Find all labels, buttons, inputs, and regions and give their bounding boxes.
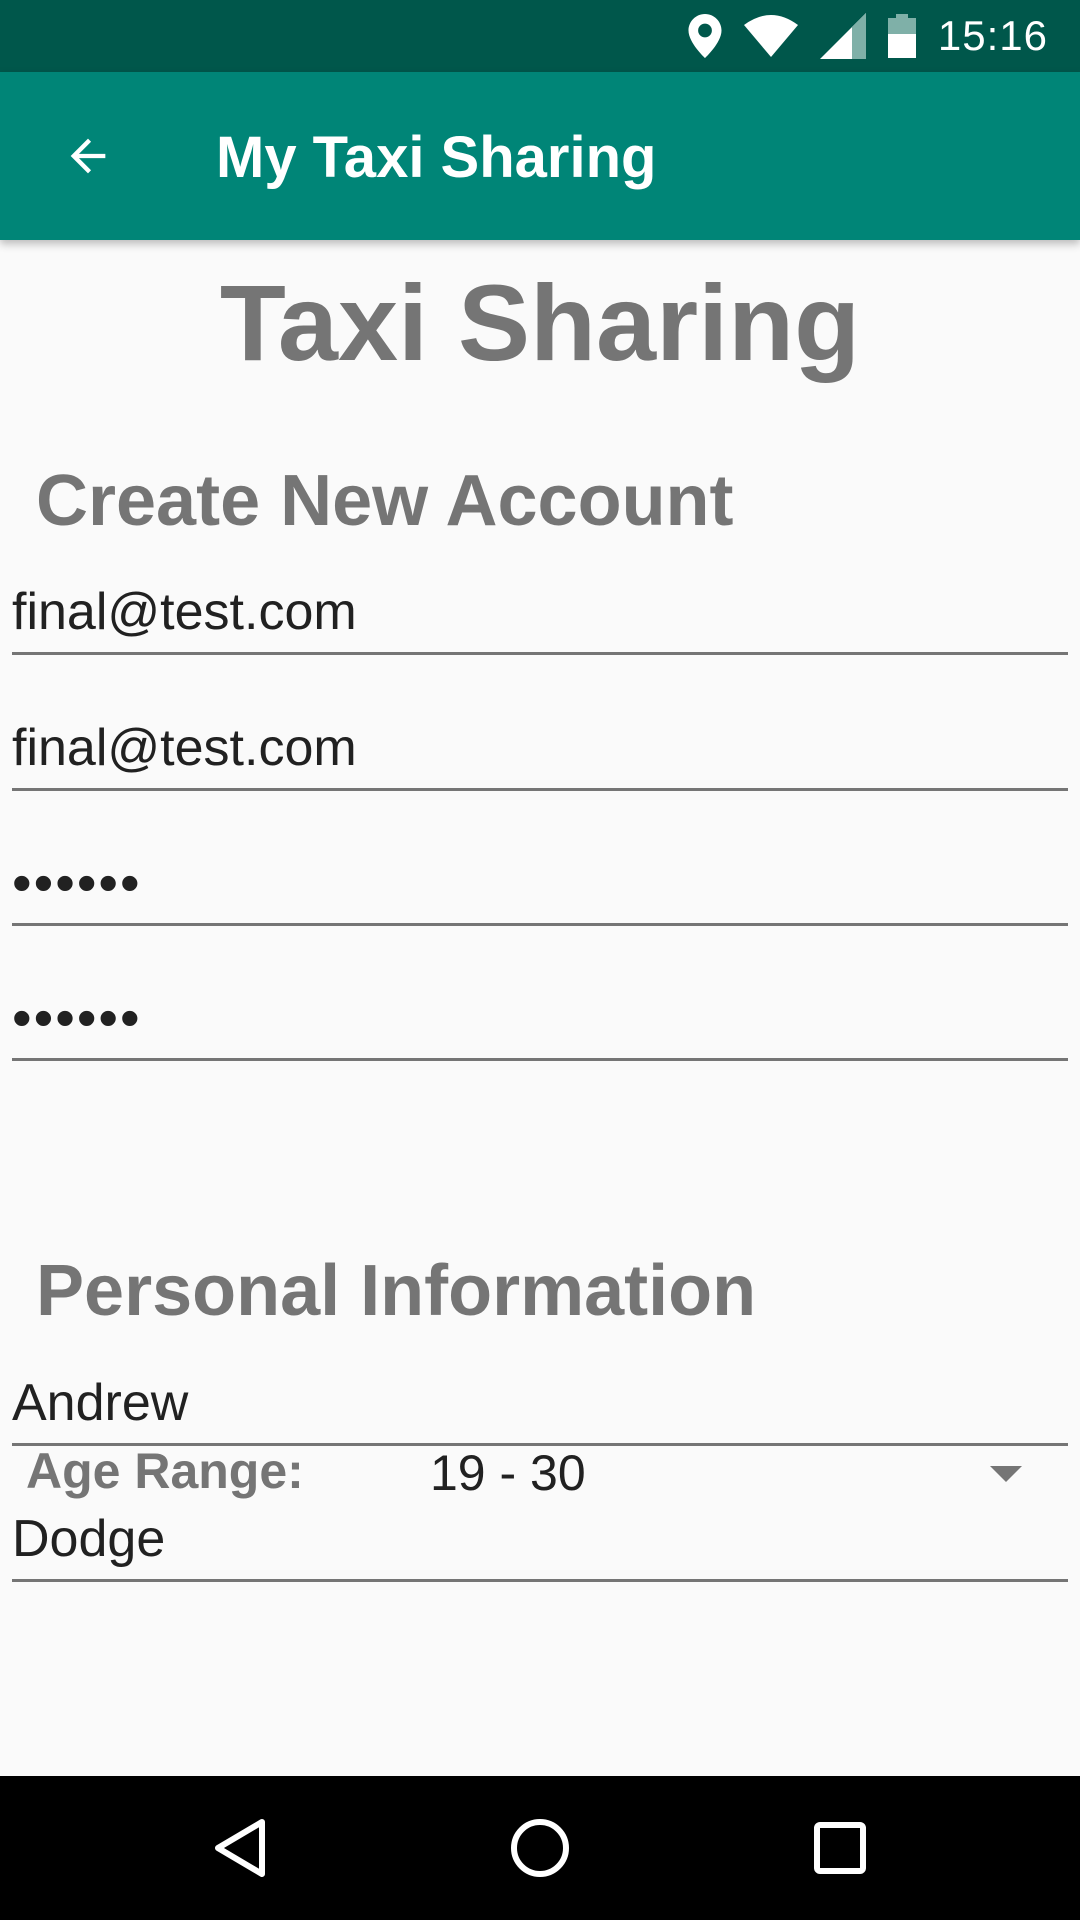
back-triangle-icon xyxy=(215,1819,265,1877)
wifi-icon xyxy=(743,15,798,57)
status-time: 15:16 xyxy=(937,12,1048,59)
first-name-field[interactable]: Andrew xyxy=(12,1363,1068,1446)
personal-info-heading: Personal Information xyxy=(36,1251,757,1331)
age-range-label: Age Range: xyxy=(26,1443,304,1499)
status-bar: 15:16 xyxy=(0,0,1080,72)
status-icons: 15:16 xyxy=(688,0,1048,72)
last-name-field[interactable]: Dodge xyxy=(12,1499,1068,1582)
back-button[interactable] xyxy=(52,120,124,192)
password-field[interactable]: •••••• xyxy=(12,843,1068,926)
page-heading: Taxi Sharing xyxy=(219,262,861,383)
nav-recents-button[interactable] xyxy=(790,1798,890,1898)
location-icon xyxy=(688,14,722,58)
nav-home-button[interactable] xyxy=(490,1798,590,1898)
confirm-email-field[interactable]: final@test.com xyxy=(12,708,1068,791)
create-account-heading: Create New Account xyxy=(36,461,734,541)
email-field[interactable]: final@test.com xyxy=(12,572,1068,655)
age-range-select[interactable]: 19 - 30 xyxy=(430,1444,586,1502)
app-title: My Taxi Sharing xyxy=(216,125,657,190)
navigation-bar xyxy=(0,1776,1080,1920)
battery-icon xyxy=(887,14,916,58)
arrow-left-icon xyxy=(70,138,106,174)
signal-icon xyxy=(819,13,866,59)
home-circle-icon xyxy=(511,1819,569,1877)
app-bar: My Taxi Sharing xyxy=(0,72,1080,240)
nav-back-button[interactable] xyxy=(190,1798,290,1898)
recents-square-icon xyxy=(814,1822,866,1874)
confirm-password-field[interactable]: •••••• xyxy=(12,978,1068,1061)
dropdown-caret-icon[interactable] xyxy=(990,1466,1022,1482)
form-content: Taxi Sharing Create New Account final@te… xyxy=(0,240,1080,1776)
